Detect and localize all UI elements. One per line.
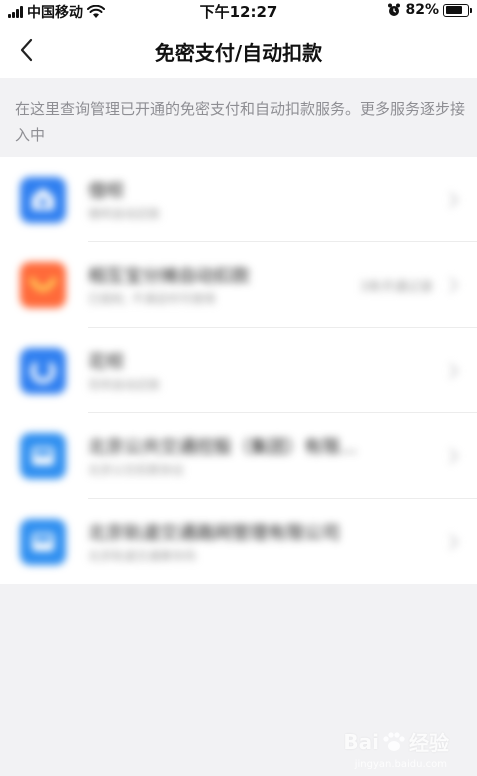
- watermark-brand: Bai: [343, 729, 379, 754]
- jiebei-icon: [20, 177, 66, 223]
- chevron-right-icon: [449, 277, 459, 294]
- list-item-bus[interactable]: 北京公共交通控股（集团）有限... 北京公交扣款协议: [0, 413, 477, 499]
- page-title: 免密支付/自动扣款: [154, 41, 323, 65]
- battery-icon: [443, 3, 472, 17]
- alarm-clock-icon: [388, 3, 401, 16]
- status-bar-right: 82%: [387, 2, 472, 18]
- list-item-xianghubao[interactable]: 相互宝分摊自动扣款 已授权, 不满足时可使用 3条开通记录: [0, 242, 477, 328]
- chevron-right-icon: [449, 533, 459, 550]
- item-subtitle: 花呗自动还款: [88, 377, 161, 392]
- service-list: 借呗 借呗自动还款 相互宝分摊自动扣款 已授权, 不满足时可使用 3条开通记录 …: [0, 157, 477, 584]
- status-bar: 中国移动 下午12:27 82%: [0, 0, 477, 22]
- chevron-right-icon: [449, 363, 459, 379]
- battery-fill: [445, 6, 462, 14]
- item-title: 相互宝分摊自动扣款: [88, 266, 250, 288]
- chevron-right-icon: [449, 192, 459, 208]
- metro-icon: [20, 518, 66, 565]
- item-right-text: 3条开通记录: [359, 280, 433, 296]
- bus-icon: [20, 433, 66, 480]
- list-item-metro[interactable]: 北京轨道交通路网管理有限公司 北京轨道交通乘车码: [0, 499, 477, 584]
- xianghubao-icon: [20, 262, 66, 309]
- battery-percent: 82%: [405, 2, 439, 18]
- nav-bar: 免密支付/自动扣款: [0, 22, 477, 78]
- chevron-right-icon: [449, 448, 459, 464]
- watermark-url: jingyan.baidu.com: [354, 759, 447, 770]
- item-subtitle: 已授权, 不满足时可使用: [88, 292, 216, 307]
- item-title: 花呗: [88, 351, 124, 373]
- list-item-jiebei[interactable]: 借呗 借呗自动还款: [0, 157, 477, 243]
- item-subtitle: 借呗自动还款: [88, 207, 161, 221]
- item-title: 北京公共交通控股（集团）有限...: [88, 437, 358, 459]
- item-title: 借呗: [88, 181, 124, 202]
- list-item-huabei[interactable]: 花呗 花呗自动还款: [0, 328, 477, 414]
- item-subtitle: 北京轨道交通乘车码: [88, 548, 197, 563]
- page-description: 在这里查询管理已开通的免密支付和自动扣款服务。更多服务逐步接入中: [15, 100, 466, 144]
- watermark-brand-cn: 经验: [409, 731, 449, 755]
- item-title: 北京轨道交通路网管理有限公司: [88, 522, 340, 544]
- baidu-jingyan-watermark: Bai 经验: [343, 727, 449, 756]
- paw-icon: [383, 731, 405, 751]
- huabei-icon: [20, 347, 66, 394]
- item-subtitle: 北京公交扣款协议: [88, 463, 185, 478]
